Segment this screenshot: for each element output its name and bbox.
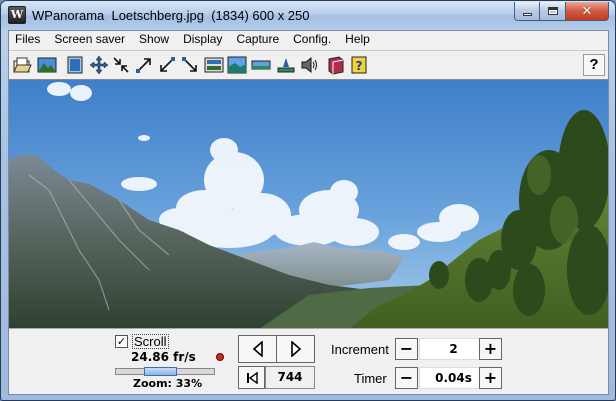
zoom-label: Zoom: 33% — [133, 377, 203, 390]
move-icon[interactable] — [88, 54, 110, 76]
zoom-slider[interactable] — [115, 367, 215, 376]
shrink-down-icon[interactable] — [179, 54, 201, 76]
maximize-icon — [547, 7, 558, 15]
skip-back-icon — [246, 371, 258, 384]
previous-button[interactable] — [238, 335, 277, 363]
control-panel: ✓ Scroll 24.86 fr/s Zoom: 33% 744 Increm… — [9, 328, 608, 394]
zoom-slider-thumb[interactable] — [144, 367, 177, 376]
increment-minus-button[interactable]: − — [395, 338, 418, 360]
increment-value[interactable]: 2 — [419, 338, 488, 360]
next-button[interactable] — [276, 335, 315, 363]
level-icon[interactable] — [275, 54, 297, 76]
menu-help[interactable]: Help — [338, 31, 377, 49]
record-indicator-icon — [216, 353, 224, 361]
strip-icon[interactable] — [250, 54, 272, 76]
expand-up-icon[interactable] — [133, 54, 155, 76]
help-book-icon[interactable]: ? — [348, 54, 370, 76]
caption-buttons: ✕ — [514, 2, 609, 21]
panorama-view[interactable] — [9, 79, 608, 328]
close-icon: ✕ — [581, 3, 593, 19]
toolbar: ? ? — [9, 50, 608, 78]
triangle-right-icon — [290, 341, 301, 357]
menu-capture[interactable]: Capture — [229, 31, 286, 49]
expand-down-icon[interactable] — [156, 54, 178, 76]
menu-files[interactable]: Files — [9, 31, 47, 49]
menu-bar: Files Screen saver Show Display Capture … — [9, 31, 608, 49]
increment-plus-button[interactable]: + — [479, 338, 502, 360]
help-button[interactable]: ? — [583, 54, 605, 76]
book-icon[interactable] — [325, 54, 347, 76]
app-window: W WPanorama Loetschberg.jpg (1834) 600 x… — [0, 0, 616, 401]
timer-value[interactable]: 0.04s — [419, 367, 488, 389]
title-bar[interactable]: W WPanorama Loetschberg.jpg (1834) 600 x… — [1, 1, 615, 31]
fit-window-icon[interactable] — [64, 54, 86, 76]
panorama-image — [9, 80, 608, 328]
menu-screen-saver[interactable]: Screen saver — [47, 31, 132, 49]
go-to-start-button[interactable] — [238, 366, 265, 389]
minimize-icon — [522, 12, 532, 16]
app-logo-icon[interactable]: W — [8, 6, 26, 24]
increment-label: Increment — [331, 342, 389, 357]
svg-text:?: ? — [356, 59, 363, 73]
timer-minus-button[interactable]: − — [395, 367, 418, 389]
client-area: Files Screen saver Show Display Capture … — [8, 30, 609, 395]
scroll-checkbox-box[interactable]: ✓ — [115, 335, 128, 348]
panel-icon[interactable] — [203, 54, 225, 76]
minimize-button[interactable] — [514, 2, 540, 21]
timer-plus-button[interactable]: + — [479, 367, 502, 389]
scroll-checkbox[interactable]: ✓ Scroll — [115, 334, 169, 349]
open-file-icon[interactable] — [11, 54, 33, 76]
triangle-left-icon — [252, 341, 263, 357]
image-icon[interactable] — [36, 54, 58, 76]
menu-display[interactable]: Display — [176, 31, 229, 49]
landscape-icon[interactable] — [226, 54, 248, 76]
timer-label: Timer — [354, 371, 387, 386]
scroll-label[interactable]: Scroll — [132, 334, 169, 349]
frame-rate: 24.86 fr/s — [131, 350, 196, 364]
menu-show[interactable]: Show — [132, 31, 176, 49]
speaker-icon[interactable] — [298, 54, 320, 76]
close-button[interactable]: ✕ — [566, 2, 609, 21]
shrink-icon[interactable] — [110, 54, 132, 76]
position-value: 744 — [265, 366, 315, 389]
window-title: WPanorama Loetschberg.jpg (1834) 600 x 2… — [32, 8, 310, 23]
maximize-button[interactable] — [540, 2, 566, 21]
menu-config[interactable]: Config. — [286, 31, 338, 49]
